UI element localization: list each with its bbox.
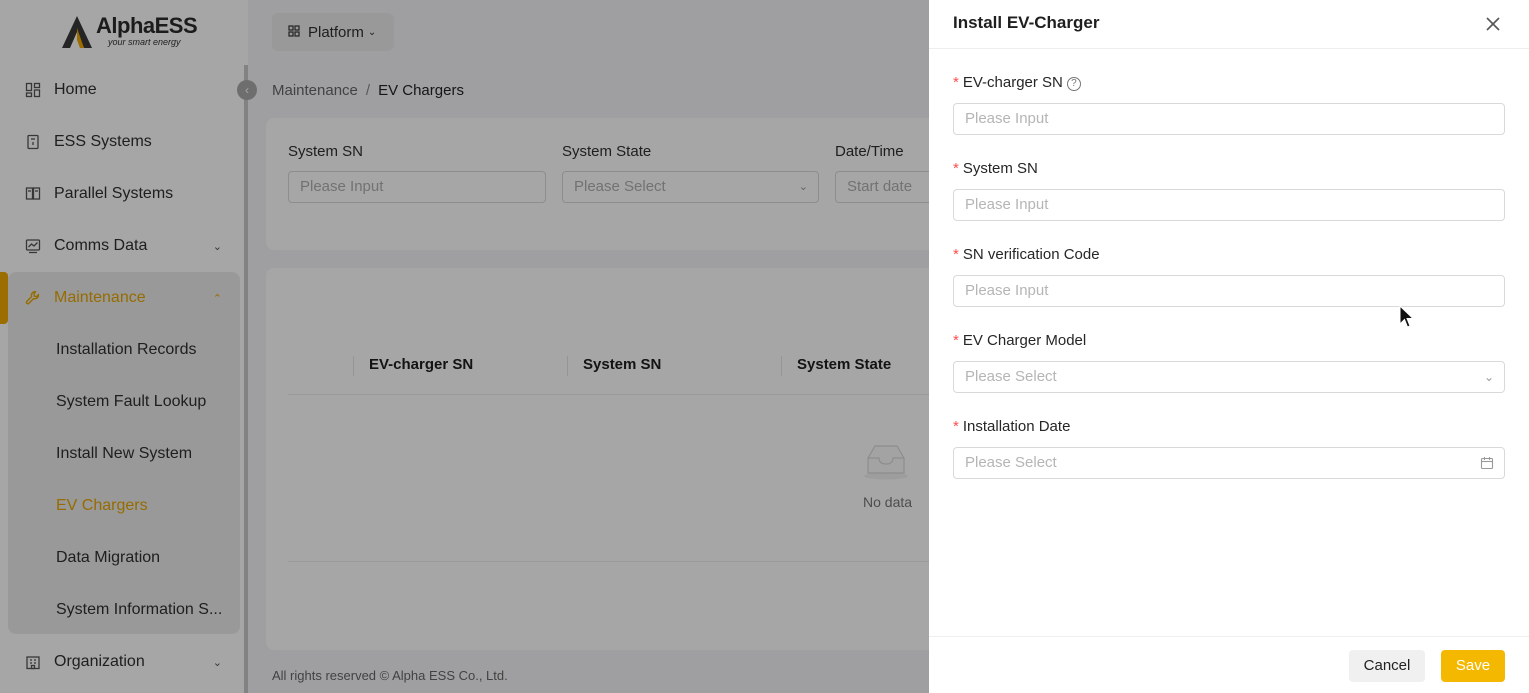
installation-date-label: * Installation Date [953, 418, 1070, 435]
sn-verification-code-placeholder: Please Input [965, 282, 1049, 299]
close-icon[interactable] [1483, 14, 1503, 34]
sn-verification-code-label-text: SN verification Code [962, 246, 1100, 263]
required-mark: * [953, 332, 959, 349]
ev-charger-sn-label: * EV-charger SN? [953, 74, 1081, 91]
calendar-icon [1480, 457, 1494, 470]
ev-charger-sn-label-text: EV-charger SN [962, 74, 1063, 91]
ev-charger-model-label: * EV Charger Model [953, 332, 1086, 349]
required-mark: * [953, 418, 959, 435]
required-mark: * [953, 160, 959, 177]
cancel-button[interactable]: Cancel [1349, 650, 1425, 682]
drawer-title: Install EV-Charger [953, 13, 1100, 32]
drawer-header: Install EV-Charger [929, 0, 1529, 49]
help-circle-icon[interactable]: ? [1066, 77, 1081, 91]
ev-charger-model-label-text: EV Charger Model [962, 332, 1087, 349]
system-sn-input[interactable]: Please Input [953, 189, 1505, 221]
system-sn-label: * System SN [953, 160, 1038, 177]
ev-charger-model-select[interactable]: Please Select ⌄ [953, 361, 1505, 393]
ev-charger-sn-input[interactable]: Please Input [953, 103, 1505, 135]
drawer-footer: Cancel Save [929, 636, 1529, 693]
system-sn-placeholder: Please Input [965, 196, 1049, 213]
sn-verification-code-input[interactable]: Please Input [953, 275, 1505, 307]
ev-charger-sn-placeholder: Please Input [965, 110, 1049, 127]
installation-date-label-text: Installation Date [962, 418, 1071, 435]
required-mark: * [953, 74, 959, 91]
install-ev-charger-drawer: Install EV-Charger * EV-charger SN? Pleas… [929, 0, 1529, 693]
installation-date-placeholder: Please Select [965, 454, 1057, 471]
save-button[interactable]: Save [1441, 650, 1505, 682]
required-mark: * [953, 246, 959, 263]
sn-verification-code-label: * SN verification Code [953, 246, 1100, 263]
installation-date-picker[interactable]: Please Select [953, 447, 1505, 479]
chevron-down-icon: ⌄ [1483, 370, 1494, 384]
system-sn-label-text: System SN [962, 160, 1038, 177]
mouse-cursor-icon [1399, 305, 1415, 328]
ev-charger-model-placeholder: Please Select [965, 368, 1057, 385]
